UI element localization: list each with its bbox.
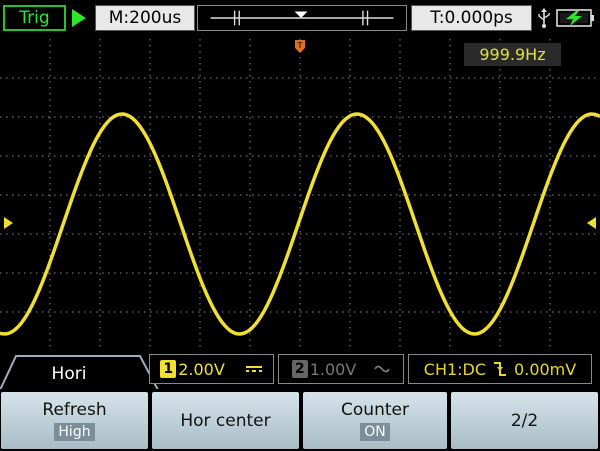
view-position-marker-icon	[294, 11, 308, 18]
falling-edge-icon	[494, 362, 507, 376]
svg-text:T: T	[297, 41, 303, 50]
ch2-scale-value: 1.00V	[309, 359, 357, 379]
counter-button[interactable]: Counter ON	[303, 392, 447, 449]
hor-center-button[interactable]: Hor center	[152, 392, 299, 449]
menu-tab-title: Hori	[51, 364, 87, 384]
trigger-status-readout[interactable]: CH1:DC 0.00mV	[408, 354, 592, 384]
ch1-ground-marker-icon	[4, 217, 13, 229]
trigger-time-readout[interactable]: T:0.000ps	[411, 5, 532, 31]
dc-coupling-icon	[245, 366, 262, 372]
frequency-value: 999.9Hz	[479, 45, 546, 64]
counter-label: Counter	[341, 400, 409, 420]
usb-icon	[538, 8, 550, 28]
timebase-value: M:200us	[108, 8, 182, 28]
ch1-scale-indicator[interactable]: 1 2.00V	[149, 354, 274, 384]
ch2-number-badge: 2	[291, 360, 308, 378]
refresh-button[interactable]: Refresh High	[1, 392, 148, 449]
waveform-display[interactable]: T	[0, 36, 600, 354]
trigger-status-indicator: Trig	[3, 5, 66, 31]
trigger-status-label: Trig	[19, 8, 50, 28]
horizontal-position-bar[interactable]	[197, 5, 407, 31]
ch1-scale-value: 2.00V	[178, 359, 225, 379]
timebase-readout[interactable]: M:200us	[95, 5, 195, 31]
counter-value: ON	[360, 423, 390, 441]
run-play-icon	[72, 9, 86, 27]
trigger-level-value: 0.00mV	[514, 359, 577, 379]
ch1-number-badge: 1	[160, 360, 177, 378]
frequency-counter-readout: 999.9Hz	[464, 43, 561, 66]
hor-center-label: Hor center	[180, 410, 271, 431]
ch2-scale-indicator[interactable]: 2 1.00V	[278, 354, 404, 384]
trigger-time-value: T:0.000ps	[430, 8, 513, 28]
menu-tab-hori-label: Hori	[38, 362, 100, 386]
refresh-label: Refresh	[42, 400, 107, 420]
page-indicator: 2/2	[510, 410, 539, 431]
ac-coupling-icon	[374, 365, 391, 373]
refresh-value: High	[54, 423, 95, 441]
trigger-source-coupling: CH1:DC	[423, 359, 487, 379]
trigger-level-marker-icon	[587, 217, 596, 229]
battery-charging-icon	[556, 9, 594, 27]
graticule-grid	[0, 39, 600, 351]
next-page-button[interactable]: 2/2	[451, 392, 598, 449]
